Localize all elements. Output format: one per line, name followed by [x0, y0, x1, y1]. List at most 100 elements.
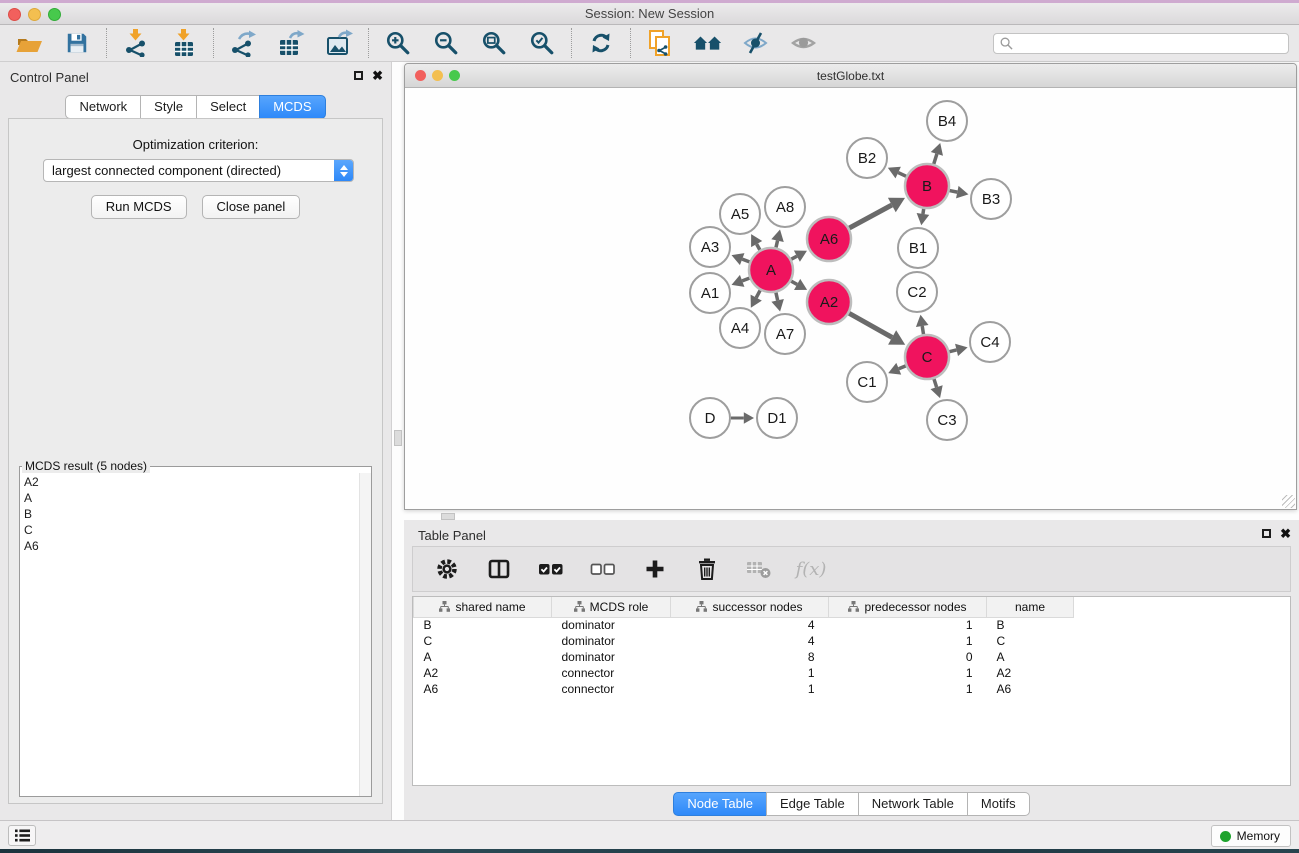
graph-edge-B-B4[interactable]: [934, 154, 937, 164]
mcds-result-item[interactable]: A: [24, 490, 371, 506]
column-header-name[interactable]: name: [987, 597, 1074, 617]
delete-table-button[interactable]: [745, 554, 773, 584]
graph-edge-arrowhead: [931, 143, 943, 156]
column-header-shared-name[interactable]: shared name: [414, 597, 552, 617]
show-all-networks-button[interactable]: [693, 28, 723, 58]
create-column-button[interactable]: [641, 554, 669, 584]
refresh-button[interactable]: [586, 28, 616, 58]
memory-button[interactable]: Memory: [1211, 825, 1291, 847]
table-cell: connector: [552, 665, 671, 681]
graph-edge-A-A8[interactable]: [776, 241, 778, 248]
network-view-window: testGlobe.txt B4B2BB3A5A8A6B1A3AA1A2C2A4…: [404, 63, 1297, 510]
graph-edge-C-C4[interactable]: [949, 350, 956, 352]
import-network-icon: [123, 29, 149, 57]
column-header-label: successor nodes: [712, 600, 802, 614]
node-table-header-row: shared nameMCDS role successor nodes prede…: [414, 597, 1074, 617]
zoom-fit-button[interactable]: [479, 28, 509, 58]
column-sort-tree-icon: [696, 601, 707, 612]
window-resize-grip[interactable]: [1282, 495, 1295, 508]
horizontal-splitter-handle[interactable]: [441, 513, 455, 520]
app-titlebar: Session: New Session: [0, 3, 1299, 25]
zoom-in-button[interactable]: [383, 28, 413, 58]
deselect-all-button[interactable]: [589, 554, 617, 584]
search-field[interactable]: [993, 33, 1289, 54]
column-header-successor-nodes[interactable]: successor nodes: [671, 597, 829, 617]
export-image-button[interactable]: [324, 28, 354, 58]
task-history-button[interactable]: [8, 825, 36, 846]
network-canvas[interactable]: B4B2BB3A5A8A6B1A3AA1A2C2A4A7CC4C1C3DD1: [405, 88, 1296, 509]
graph-edge-A2-C[interactable]: [849, 313, 892, 337]
graph-edge-A-A4[interactable]: [756, 290, 760, 297]
clone-network-button[interactable]: [645, 28, 675, 58]
graph-edge-C-C2[interactable]: [922, 326, 923, 334]
table-close-panel-icon[interactable]: ✖: [1280, 528, 1291, 539]
search-input[interactable]: [1017, 36, 1282, 50]
mcds-result-item[interactable]: C: [24, 522, 371, 538]
save-session-button[interactable]: [62, 28, 92, 58]
tab-style[interactable]: Style: [140, 95, 197, 119]
select-all-button[interactable]: [537, 554, 565, 584]
close-panel-icon[interactable]: ✖: [372, 70, 383, 81]
desktop-background: [0, 849, 1299, 853]
graph-node-label: B: [922, 178, 932, 195]
vertical-splitter-handle[interactable]: [394, 430, 402, 446]
graph-edge-A6-B[interactable]: [849, 205, 892, 228]
optimization-criterion-select[interactable]: largest connected component (directed): [43, 159, 354, 182]
zoom-in-icon: [385, 30, 411, 56]
table-row[interactable]: Adominator80A: [414, 649, 1074, 665]
table-settings-button[interactable]: [433, 554, 461, 584]
close-panel-button[interactable]: Close panel: [202, 195, 301, 219]
graph-edge-A-A5[interactable]: [757, 244, 760, 250]
open-session-button[interactable]: [14, 28, 44, 58]
column-header-predecessor-nodes[interactable]: predecessor nodes: [829, 597, 987, 617]
table-cell: A2: [987, 665, 1074, 681]
table-tab-network-table[interactable]: Network Table: [858, 792, 968, 816]
delete-column-button[interactable]: [693, 554, 721, 584]
graph-edge-C-C1[interactable]: [899, 366, 906, 369]
show-selection-button[interactable]: [789, 28, 819, 58]
graph-edge-C-C3[interactable]: [934, 379, 937, 387]
table-tab-motifs[interactable]: Motifs: [967, 792, 1030, 816]
function-builder-button[interactable]: f(x): [797, 554, 825, 584]
hide-selection-button[interactable]: [741, 28, 771, 58]
network-window-titlebar[interactable]: testGlobe.txt: [405, 64, 1296, 88]
graph-edge-A-A1[interactable]: [742, 278, 749, 281]
import-network-button[interactable]: [121, 28, 151, 58]
graph-edge-A-A7[interactable]: [776, 292, 778, 300]
graph-edge-B-B2[interactable]: [898, 173, 906, 177]
table-row[interactable]: Bdominator41B: [414, 617, 1074, 633]
graph-edge-arrowhead: [771, 229, 783, 242]
table-row[interactable]: Cdominator41C: [414, 633, 1074, 649]
result-scrollbar[interactable]: [359, 473, 371, 796]
import-table-button[interactable]: [169, 28, 199, 58]
graph-edge-B-B1[interactable]: [923, 209, 924, 214]
graph-edge-B-B3[interactable]: [950, 191, 958, 193]
table-row[interactable]: A2connector11A2: [414, 665, 1074, 681]
zoom-out-button[interactable]: [431, 28, 461, 58]
column-header-mcds-role[interactable]: MCDS role: [552, 597, 671, 617]
tab-mcds[interactable]: MCDS: [259, 95, 325, 119]
table-tab-node-table[interactable]: Node Table: [673, 792, 767, 816]
mcds-result-item[interactable]: A2: [24, 474, 371, 490]
mcds-result-box: MCDS result (5 nodes) A2ABCA6: [19, 459, 372, 797]
show-columns-button[interactable]: [485, 554, 513, 584]
table-float-panel-icon[interactable]: [1262, 529, 1271, 538]
mcds-tab-content: Optimization criterion: largest connecte…: [8, 118, 383, 804]
export-table-button[interactable]: [276, 28, 306, 58]
export-network-button[interactable]: [228, 28, 258, 58]
table-panel: Table Panel ✖: [404, 520, 1299, 820]
table-tab-edge-table[interactable]: Edge Table: [766, 792, 859, 816]
graph-edge-A-A3[interactable]: [742, 259, 749, 262]
zoom-selected-button[interactable]: [527, 28, 557, 58]
tab-network[interactable]: Network: [65, 95, 141, 119]
status-bar: Memory: [0, 820, 1299, 849]
mcds-result-item[interactable]: A6: [24, 538, 371, 554]
graph-edge-A-A2[interactable]: [791, 281, 797, 284]
float-panel-icon[interactable]: [354, 71, 363, 80]
run-mcds-button[interactable]: Run MCDS: [91, 195, 187, 219]
control-panel-title: Control Panel: [10, 70, 89, 85]
mcds-result-item[interactable]: B: [24, 506, 371, 522]
graph-edge-A-A6[interactable]: [791, 256, 797, 259]
tab-select[interactable]: Select: [196, 95, 260, 119]
table-row[interactable]: A6connector11A6: [414, 681, 1074, 697]
